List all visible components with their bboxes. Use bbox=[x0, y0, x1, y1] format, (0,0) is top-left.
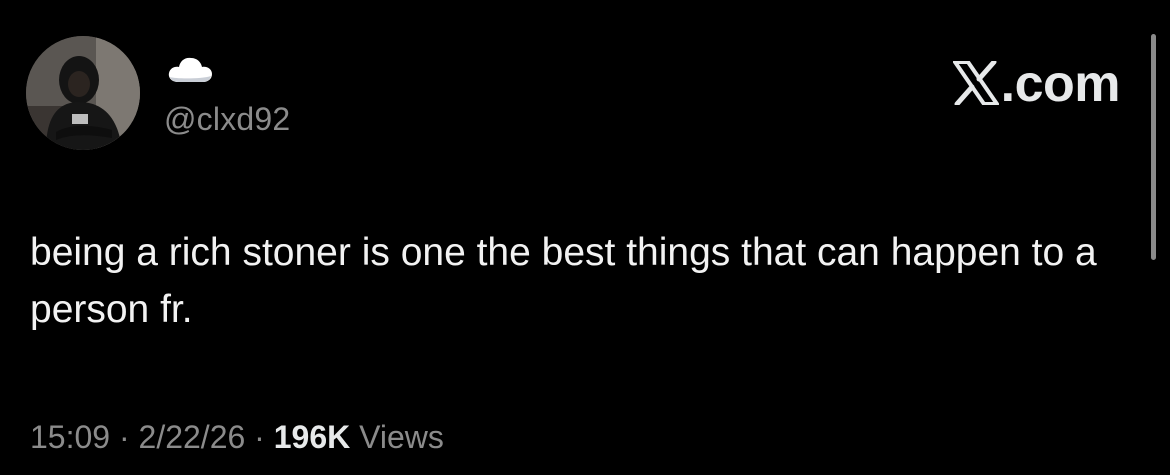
views-count[interactable]: 196K bbox=[274, 419, 351, 455]
tweet-time[interactable]: 15:09 bbox=[30, 419, 110, 455]
tweet-text: being a rich stoner is one the best thin… bbox=[30, 231, 1097, 331]
x-logo-icon bbox=[952, 61, 999, 105]
avatar[interactable] bbox=[26, 36, 140, 150]
scrollbar[interactable] bbox=[1151, 34, 1156, 260]
brand-label: .com bbox=[1000, 55, 1121, 113]
cloud-icon bbox=[168, 57, 212, 82]
tweet-date[interactable]: 2/22/26 bbox=[139, 419, 246, 455]
avatar-photo bbox=[26, 36, 140, 150]
tweet-card: @clxd92 .com being a rich stoner is one … bbox=[0, 0, 1170, 475]
brand-watermark: .com bbox=[952, 55, 1121, 113]
meta-separator: · bbox=[110, 419, 139, 455]
meta-separator: · bbox=[245, 419, 274, 455]
tweet-meta: 15:09 · 2/22/26 · 196K Views bbox=[30, 417, 444, 457]
display-name[interactable] bbox=[166, 52, 216, 86]
views-label: Views bbox=[350, 419, 444, 455]
user-handle[interactable]: @clxd92 bbox=[164, 100, 290, 138]
